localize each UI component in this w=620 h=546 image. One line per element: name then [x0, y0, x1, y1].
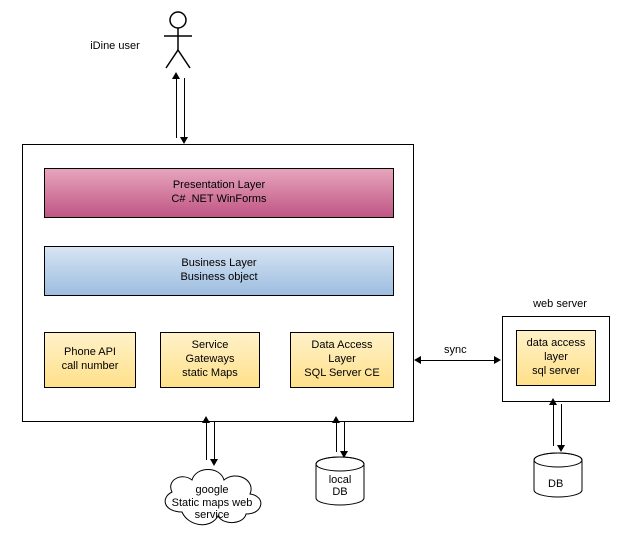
phone-api-box: Phone API call number — [44, 332, 136, 388]
service-gateways-box: Service Gateways static Maps — [160, 332, 260, 388]
local-db-l1: local — [326, 474, 354, 486]
cloud-l3: service — [162, 509, 262, 522]
remote-db-label: DB — [548, 478, 563, 490]
cloud-l1: google — [162, 484, 262, 497]
cloud-text: google Static maps web service — [162, 484, 262, 522]
da-l2: Layer — [328, 353, 356, 367]
phone-api-l1: Phone API — [64, 346, 116, 360]
da-l3: SQL Server CE — [304, 367, 379, 381]
sync-label: sync — [444, 344, 467, 356]
phone-api-l2: call number — [62, 360, 119, 374]
business-sub: Business object — [180, 271, 257, 285]
data-access-box: Data Access Layer SQL Server CE — [290, 332, 394, 388]
user-label: iDine user — [80, 40, 150, 52]
service-gw-l1: Service — [192, 339, 229, 353]
wda-l1: data access — [527, 337, 586, 351]
presentation-sub: C# .NET WinForms — [171, 193, 266, 207]
local-db-label: local DB — [326, 474, 354, 498]
presentation-layer: Presentation Layer C# .NET WinForms — [44, 168, 394, 218]
web-data-access-box: data access layer sql server — [516, 330, 596, 386]
wda-l2: layer — [544, 351, 568, 365]
wda-l3: sql server — [532, 365, 580, 379]
da-l1: Data Access — [311, 339, 372, 353]
presentation-title: Presentation Layer — [173, 179, 265, 193]
service-gw-l3: static Maps — [182, 367, 238, 381]
cloud-l2: Static maps web — [162, 497, 262, 510]
business-title: Business Layer — [181, 257, 256, 271]
service-gw-l2: Gateways — [186, 353, 235, 367]
user-icon — [158, 10, 198, 73]
business-layer: Business Layer Business object — [44, 246, 394, 296]
web-server-label: web server — [520, 298, 600, 310]
remote-db-icon — [530, 452, 586, 500]
local-db-l2: DB — [326, 486, 354, 498]
